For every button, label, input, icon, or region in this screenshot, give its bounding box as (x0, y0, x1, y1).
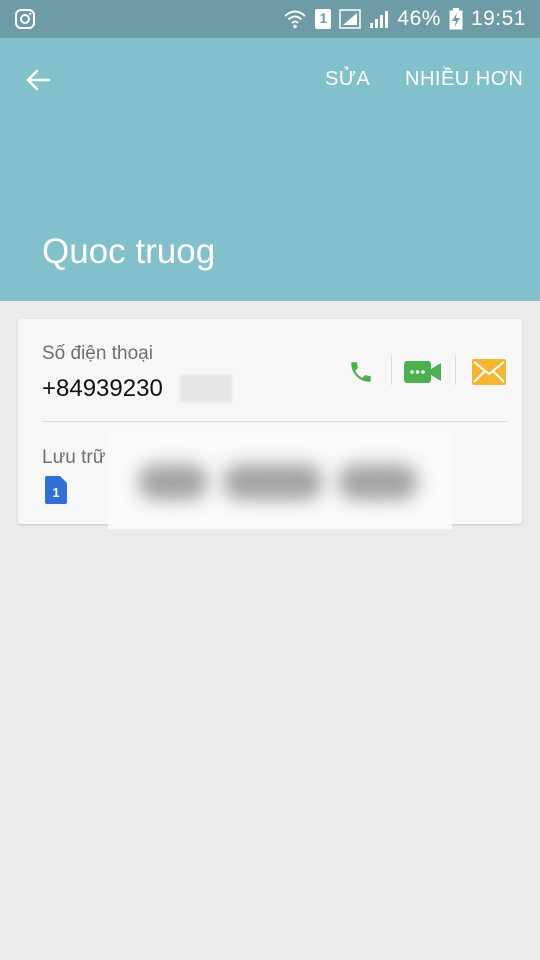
contact-details-card: Số điện thoại +84939230 Lưu trữ 1 (18, 319, 522, 529)
divider (455, 355, 456, 385)
sim-card-number: 1 (52, 485, 60, 500)
phone-icon (351, 362, 371, 382)
divider (391, 355, 392, 385)
blur-mark (338, 464, 418, 500)
phone-label: Số điện thoại (42, 343, 153, 364)
video-call-button[interactable] (403, 355, 443, 389)
battery-charging-icon (449, 8, 463, 30)
wifi-icon (284, 10, 307, 29)
storage-label: Lưu trữ (42, 447, 106, 468)
phone-number[interactable]: +84939230 (42, 375, 163, 403)
sim-card-icon: 1 (45, 476, 67, 504)
signal-icon (339, 9, 362, 29)
arrow-back-icon (26, 69, 51, 91)
clock: 19:51 (470, 7, 526, 30)
contact-header: SỬA NHIỀU HƠN Quoc truog (0, 38, 540, 301)
message-button[interactable] (470, 355, 508, 389)
sim-slot-number: 1 (319, 10, 328, 26)
instagram-icon (15, 9, 35, 29)
redacted-account-name (108, 432, 452, 529)
video-icon (404, 361, 441, 383)
redacted-digits (180, 375, 232, 402)
envelope-icon (472, 359, 506, 385)
battery-percentage: 46% (397, 7, 441, 30)
blur-mark (223, 464, 323, 500)
edit-button[interactable]: SỬA (325, 68, 370, 91)
sim-1-icon: 1 (315, 9, 332, 29)
back-button[interactable] (20, 62, 56, 98)
more-button[interactable]: NHIỀU HƠN (405, 68, 523, 91)
divider (42, 421, 508, 422)
call-button[interactable] (344, 355, 378, 389)
status-bar: 1 46% 19:51 (0, 0, 540, 38)
contact-name: Quoc truog (42, 232, 216, 271)
blur-mark (138, 464, 208, 500)
signal-icon (370, 11, 389, 28)
